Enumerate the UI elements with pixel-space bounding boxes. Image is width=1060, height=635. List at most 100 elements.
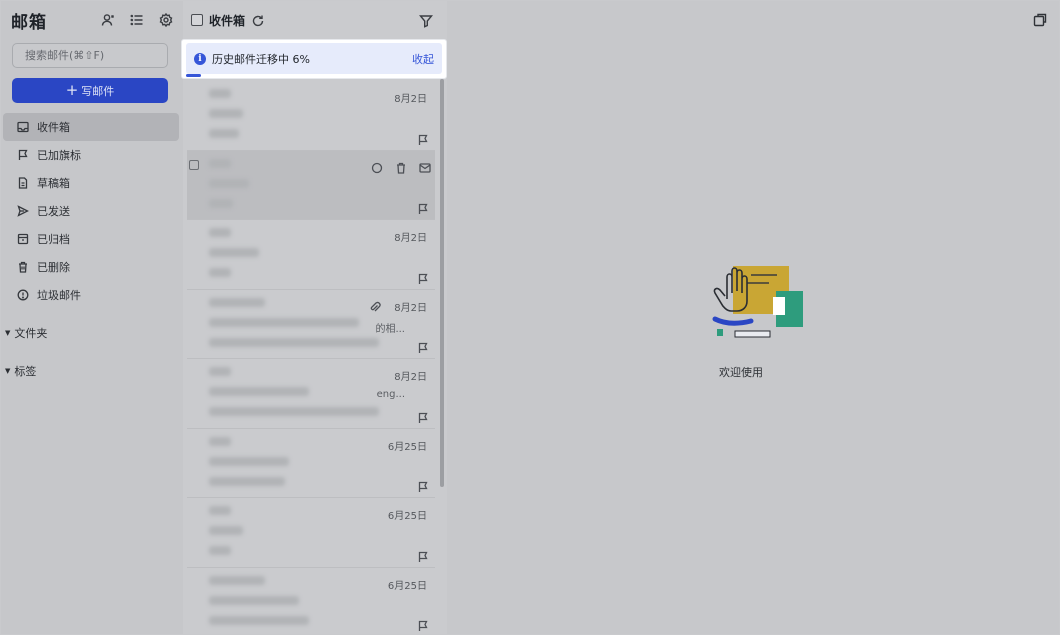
preview-placeholder — [209, 407, 379, 416]
preview-tail: 的相... — [375, 323, 405, 335]
archive-icon — [17, 233, 29, 245]
sidebar-item-label: 草稿箱 — [37, 177, 70, 190]
migration-banner-body: i 历史邮件迁移中 6% 收起 — [186, 43, 442, 74]
new-window-icon[interactable] — [1033, 12, 1047, 27]
sidebar-header: 邮箱 — [1, 1, 183, 39]
compose-button[interactable]: + 写邮件 — [12, 78, 168, 103]
migration-progress-fill — [186, 74, 202, 77]
illustration-scarf — [712, 316, 754, 326]
list-scrollbar[interactable] — [440, 79, 444, 487]
preview-placeholder — [209, 337, 379, 347]
tag-icon[interactable] — [371, 159, 383, 178]
refresh-icon[interactable] — [251, 13, 265, 27]
migration-status-text: 历史邮件迁移中 6% — [212, 52, 310, 66]
list-item[interactable]: 8月2日 — [187, 220, 435, 290]
sidebar-item-deleted[interactable]: 已删除 — [3, 253, 179, 281]
mail-list-pane: 收件箱 8月2日 8月2日 8月2日 的相... 8月2日 eng... 6月2… — [183, 1, 447, 634]
group-folders[interactable]: ▼ 文件夹 — [1, 319, 183, 347]
sender-placeholder — [209, 436, 231, 446]
flag-icon[interactable] — [417, 131, 429, 145]
mail-date: 6月25日 — [387, 511, 427, 522]
sidebar-item-sent[interactable]: 已发送 — [3, 197, 179, 225]
search-input[interactable] — [25, 49, 170, 62]
subject-placeholder — [209, 526, 243, 535]
flag-icon[interactable] — [417, 270, 429, 284]
mail-date: 8月2日 — [394, 233, 427, 244]
group-label: 文件夹 — [14, 327, 48, 340]
list-item[interactable]: 8月2日 的相... — [187, 290, 435, 359]
spam-icon — [17, 289, 29, 301]
list-header: 收件箱 — [183, 1, 447, 39]
trash-icon[interactable] — [395, 159, 407, 178]
sender-placeholder — [209, 158, 231, 168]
list-title: 收件箱 — [209, 13, 246, 28]
list-item[interactable] — [187, 150, 435, 220]
sidebar-item-flagged[interactable]: 已加旗标 — [3, 141, 179, 169]
inbox-icon — [17, 121, 29, 133]
app-title: 邮箱 — [11, 12, 47, 33]
welcome-illustration-icon — [712, 266, 803, 338]
sidebar-item-label: 收件箱 — [37, 121, 70, 134]
preview-placeholder — [209, 615, 309, 625]
preview-placeholder — [209, 546, 231, 555]
flag-icon[interactable] — [417, 409, 429, 423]
list-item[interactable]: 6月25日 — [187, 498, 435, 568]
preview-tail: eng... — [376, 389, 405, 400]
preview-placeholder — [209, 129, 239, 138]
group-labels[interactable]: ▼ 标签 — [1, 357, 183, 385]
row-checkbox[interactable] — [189, 159, 199, 170]
sender-placeholder — [209, 575, 265, 585]
welcome-text: 欢迎使用 — [719, 366, 763, 379]
sidebar-item-drafts[interactable]: 草稿箱 — [3, 169, 179, 197]
compose-label: 写邮件 — [81, 84, 115, 98]
sidebar-item-archived[interactable]: 已归档 — [3, 225, 179, 253]
mail-date: 8月2日 — [394, 372, 427, 383]
caret-down-icon: ▼ — [5, 329, 11, 337]
flag-icon[interactable] — [417, 339, 429, 353]
sender-placeholder — [209, 367, 231, 376]
mail-app: 邮箱 + 写邮件 收件箱 — [1, 1, 1059, 634]
send-icon — [17, 205, 29, 217]
collapse-link[interactable]: 收起 — [412, 51, 434, 67]
row-actions — [371, 159, 431, 178]
sender-placeholder — [209, 506, 231, 515]
sender-placeholder — [209, 89, 231, 98]
attachment-icon — [369, 298, 381, 311]
folder-nav: 收件箱 已加旗标 草稿箱 已发送 已归档 已删除 垃圾邮件 — [1, 113, 183, 309]
list-item[interactable]: 8月2日 — [187, 81, 435, 151]
subject-placeholder — [209, 595, 299, 605]
sidebar-item-label: 已发送 — [37, 205, 70, 218]
preview-placeholder — [209, 476, 285, 486]
list-view-icon[interactable] — [130, 13, 144, 27]
list-item[interactable]: 6月25日 — [187, 429, 435, 498]
group-label: 标签 — [14, 365, 37, 378]
sender-placeholder — [209, 297, 265, 307]
sidebar-item-inbox[interactable]: 收件箱 — [3, 113, 179, 141]
search-box[interactable] — [12, 43, 170, 68]
flag-icon[interactable] — [417, 617, 429, 631]
select-all-checkbox[interactable] — [191, 14, 203, 26]
sidebar: 邮箱 + 写邮件 收件箱 — [1, 1, 183, 634]
mail-date: 8月2日 — [394, 94, 427, 105]
mail-date: 8月2日 — [394, 302, 427, 314]
contacts-icon[interactable] — [101, 13, 115, 27]
subject-placeholder — [209, 178, 249, 188]
sidebar-item-spam[interactable]: 垃圾邮件 — [3, 281, 179, 309]
mail-date: 6月25日 — [387, 580, 427, 592]
subject-placeholder — [209, 109, 243, 118]
filter-icon[interactable] — [418, 13, 434, 28]
flag-icon[interactable] — [417, 478, 429, 492]
list-item[interactable]: 8月2日 eng... — [187, 359, 435, 429]
plus-icon: + — [65, 81, 79, 99]
flag-icon[interactable] — [417, 548, 429, 562]
flag-icon[interactable] — [417, 200, 429, 214]
subject-placeholder — [209, 317, 359, 327]
list-item[interactable]: 6月25日 — [187, 568, 435, 635]
mail-list: 8月2日 8月2日 8月2日 的相... 8月2日 eng... 6月25日 6… — [187, 81, 435, 634]
subject-placeholder — [209, 387, 309, 396]
mark-read-icon[interactable] — [419, 159, 431, 178]
caret-down-icon: ▼ — [5, 367, 11, 375]
info-icon: i — [194, 52, 206, 65]
sender-placeholder — [209, 228, 231, 237]
settings-gear-icon[interactable] — [159, 13, 173, 27]
